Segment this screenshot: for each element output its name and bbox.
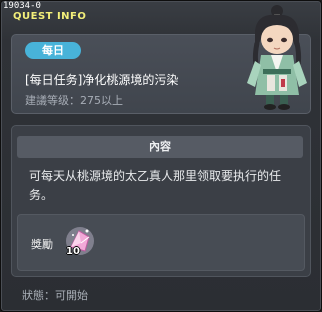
reward-label: 獎勵: [31, 238, 53, 251]
quest-info-window: 19034-0 QUEST INFO 每日 [每日任务]净化桃源境的污染 建議等…: [0, 0, 322, 312]
window-title: QUEST INFO: [13, 11, 87, 22]
quest-id: 19034-0: [3, 1, 41, 11]
quest-description: 可每天从桃源境的太乙真人那里领取要执行的任务。: [29, 169, 282, 202]
quest-status: 狀態：可開始: [22, 289, 88, 302]
reward-box: [17, 214, 305, 271]
quest-name: [每日任务]净化桃源境的污染: [25, 73, 179, 87]
reward-count: 10: [66, 246, 80, 257]
recommended-level: 建議等级：275以上: [25, 94, 123, 107]
npc-portrait: [247, 5, 307, 110]
content-header: 內容: [17, 136, 303, 158]
daily-badge: 每日: [25, 42, 81, 59]
